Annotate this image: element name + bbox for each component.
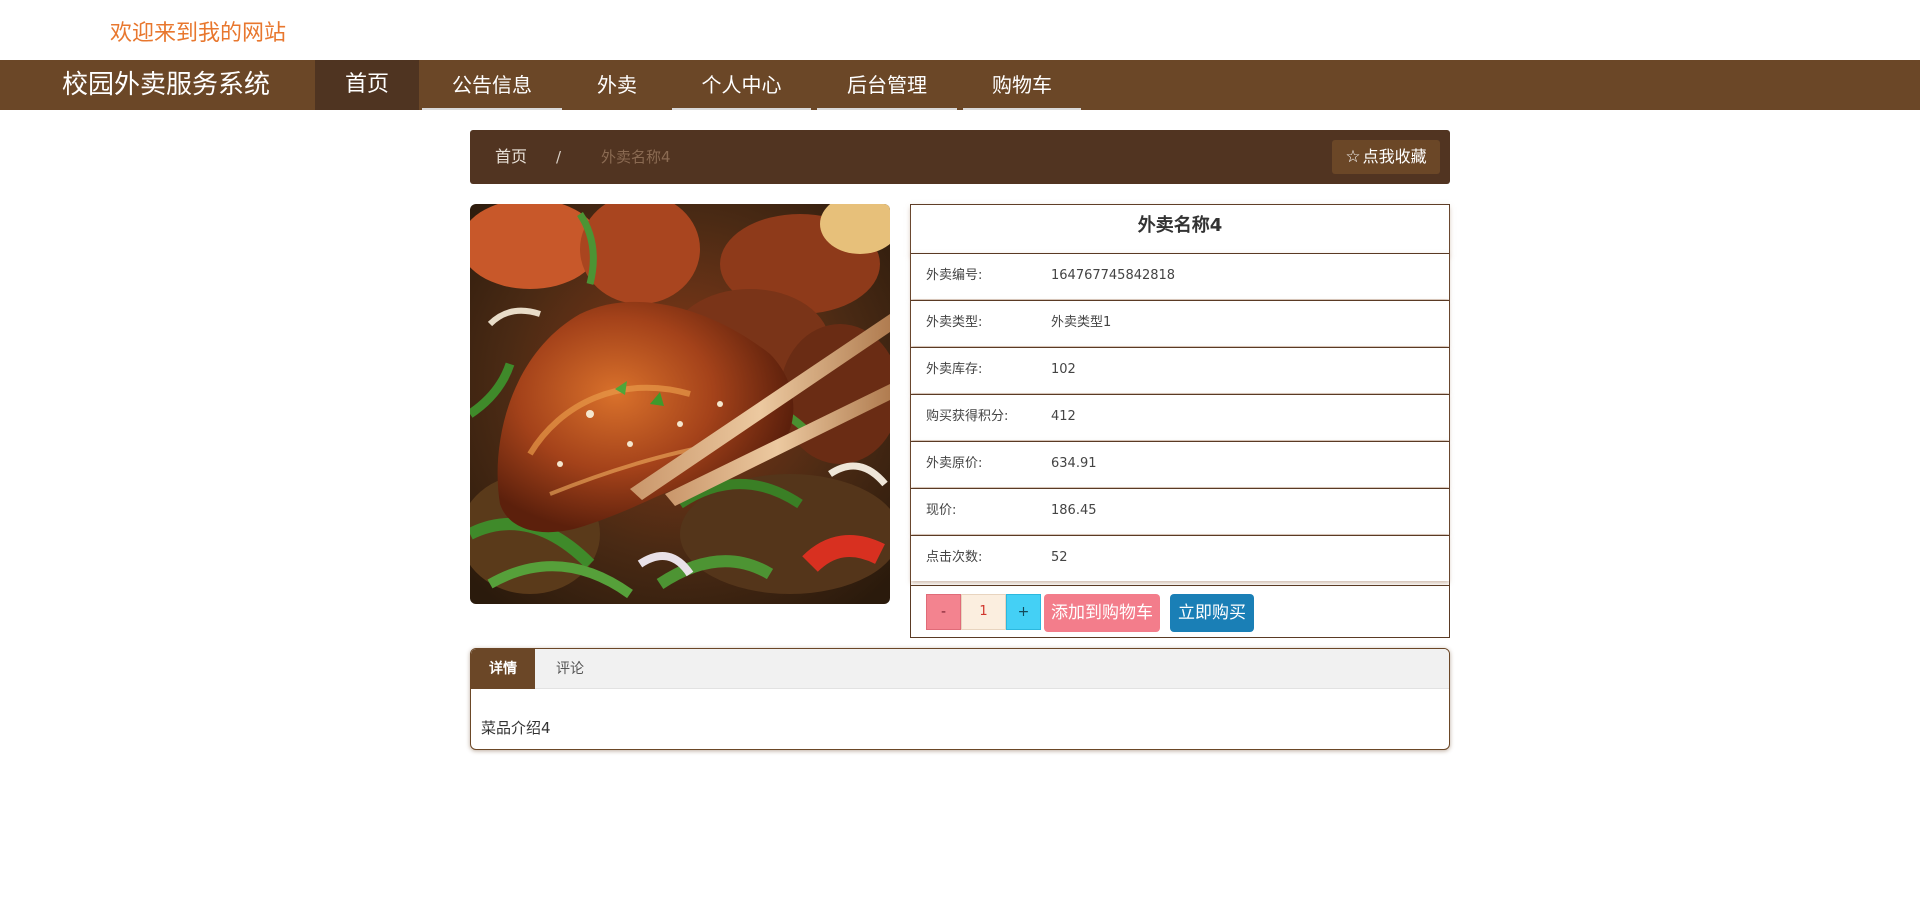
- nav-item-takeout[interactable]: 外卖: [565, 60, 669, 110]
- nav-underline: [817, 108, 957, 110]
- info-value: 102: [1051, 362, 1076, 377]
- favorite-button-label: 点我收藏: [1362, 147, 1427, 166]
- nav-item-admin[interactable]: 后台管理: [814, 60, 960, 110]
- info-label: 外卖原价:: [926, 456, 983, 471]
- info-label: 外卖编号:: [926, 268, 983, 283]
- tab-header: 详情 评论: [471, 649, 1449, 689]
- quantity-input[interactable]: 1: [961, 594, 1006, 630]
- info-label: 外卖类型:: [926, 315, 983, 330]
- nav-item-label: 购物车: [992, 73, 1052, 97]
- nav-item-label: 首页: [344, 72, 389, 97]
- info-value: 186.45: [1051, 503, 1097, 518]
- info-row-original-price: 外卖原价: 634.91: [911, 441, 1449, 487]
- nav-underline: [963, 108, 1081, 110]
- site-brand[interactable]: 校园外卖服务系统: [62, 60, 270, 110]
- info-row-stock: 外卖库存: 102: [911, 347, 1449, 393]
- quantity-decrease-button[interactable]: -: [926, 594, 961, 630]
- info-row-type: 外卖类型: 外卖类型1: [911, 300, 1449, 346]
- buy-now-button[interactable]: 立即购买: [1170, 594, 1254, 632]
- info-row-id: 外卖编号: 1647677458428​18: [911, 253, 1449, 299]
- nav-item-label: 个人中心: [701, 73, 782, 97]
- star-outline-icon: ☆: [1345, 147, 1361, 167]
- welcome-text: 欢迎来到我的网站: [110, 21, 287, 46]
- nav-underline: [672, 108, 811, 110]
- nav-item-notices[interactable]: 公告信息: [419, 60, 565, 110]
- tab-comments[interactable]: 评论: [535, 649, 605, 689]
- add-to-cart-button[interactable]: 添加到购物车: [1044, 594, 1160, 632]
- detail-tabs: 详情 评论 菜品介绍4: [470, 648, 1450, 750]
- info-value: 634.91: [1051, 456, 1097, 471]
- favorite-button[interactable]: ☆ 点我收藏: [1332, 140, 1440, 174]
- product-image: [470, 204, 890, 604]
- info-value: 412: [1051, 409, 1076, 424]
- nav-item-label: 公告信息: [452, 73, 532, 97]
- info-value: 52: [1051, 550, 1068, 565]
- breadcrumb-separator: /: [556, 148, 562, 166]
- tab-details[interactable]: 详情: [471, 649, 535, 689]
- breadcrumb-current: 外卖名称4: [601, 148, 671, 166]
- info-row-points: 购买获得积分: 412: [911, 394, 1449, 440]
- product-info-panel: 外卖名称4 外卖编号: 1647677458428​18 外卖类型: 外卖类型1…: [910, 204, 1450, 638]
- info-label: 现价:: [926, 503, 957, 518]
- nav-item-cart[interactable]: 购物车: [960, 60, 1084, 110]
- nav-item-label: 外卖: [597, 73, 637, 97]
- nav-item-home[interactable]: 首页: [315, 60, 419, 110]
- nav-item-personal-center[interactable]: 个人中心: [669, 60, 814, 110]
- info-row-current-price: 现价: 186.45: [911, 488, 1449, 534]
- nav-underline: [422, 108, 562, 110]
- info-label: 外卖库存:: [926, 362, 983, 377]
- top-navbar: 校园外卖服务系统 首页 公告信息 外卖 个人中心 后台管理 购物车: [0, 60, 1920, 110]
- purchase-actions: - 1 + 添加到购物车 立即购买: [911, 585, 1449, 637]
- nav-item-label: 后台管理: [847, 73, 927, 97]
- quantity-increase-button[interactable]: +: [1006, 594, 1041, 630]
- breadcrumb-home-link[interactable]: 首页: [495, 130, 527, 184]
- info-label: 购买获得积分:: [926, 409, 1009, 424]
- dish-description: 菜品介绍4: [481, 719, 551, 737]
- info-value: 外卖类型1: [1051, 315, 1112, 330]
- breadcrumb: 首页 / 外卖名称4 ☆ 点我收藏: [470, 130, 1450, 184]
- info-row-clicks: 点击次数: 52: [911, 535, 1449, 581]
- product-title: 外卖名称4: [911, 205, 1449, 255]
- info-label: 点击次数:: [926, 550, 983, 565]
- info-value: 1647677458428​18: [1051, 268, 1176, 283]
